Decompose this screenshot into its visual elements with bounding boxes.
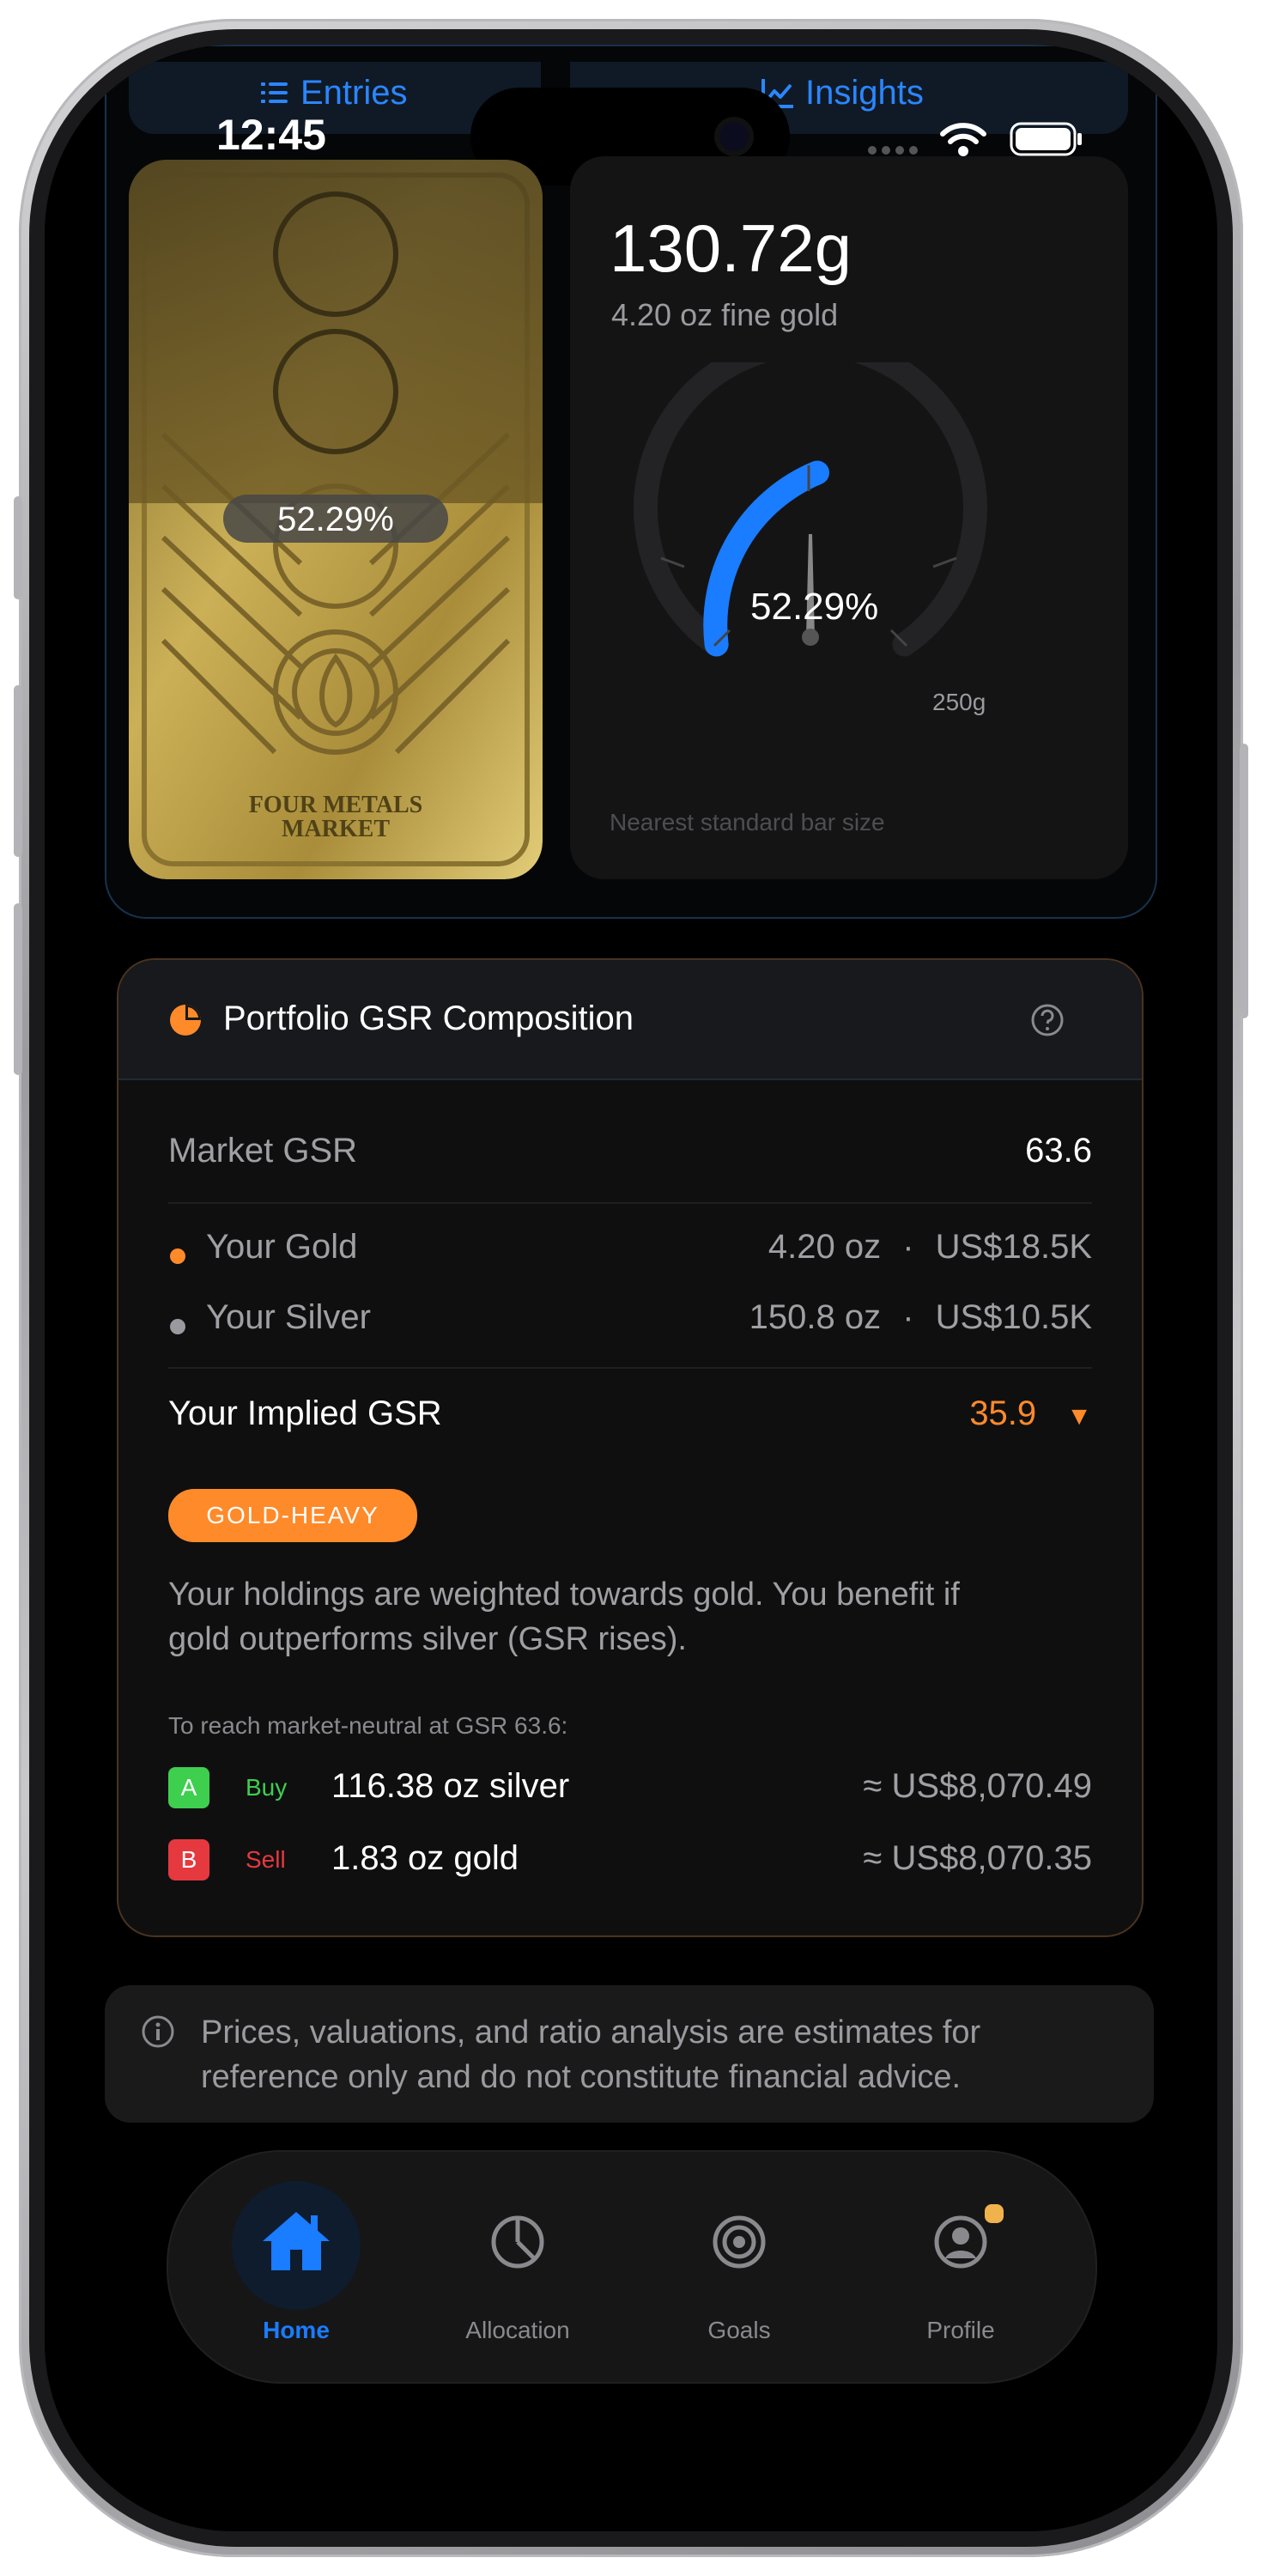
gauge-max-label: 250g [932,689,986,715]
gsr-composition-card: Portfolio GSR Composition Market GSR 63.… [117,958,1144,1937]
divider [168,1202,1092,1204]
tab-entries-label: Entries [300,74,408,112]
buy-value: ≈ US$8,070.49 [863,1767,1092,1805]
action-a-letter: A [180,1774,197,1801]
target-icon [711,2214,768,2275]
sell-amount: 1.83 oz gold [331,1839,519,1877]
gsr-description-line2: gold outperforms silver (GSR rises). [168,1621,687,1657]
disclaimer-line2: reference only and do not constitute fin… [201,2059,962,2095]
buy-label: Buy [246,1774,288,1801]
notification-dot [982,2202,1006,2226]
nav-profile[interactable]: Profile [879,2172,1042,2361]
fill-level-percent: 52.29% [277,501,394,538]
silver-separator: · [902,1298,914,1336]
nav-home[interactable]: Home [215,2172,378,2361]
pie-chart-icon [489,2214,546,2275]
nav-allocation[interactable]: Allocation [436,2172,599,2361]
nav-goals-label: Goals [707,2317,771,2343]
divider [168,1367,1092,1369]
gauge-percent: 52.29% [750,586,879,628]
camera-icon [719,122,749,151]
gold-heavy-badge-label: GOLD-HEAVY [206,1502,379,1528]
fill-level-pill: 52.29% [223,495,448,543]
fine-gold-subtitle: 4.20 oz fine gold [611,297,839,332]
market-neutral-label: To reach market-neutral at GSR 63.6: [168,1712,568,1739]
disclaimer-box: Prices, valuations, and ratio analysis a… [105,1985,1154,2123]
list-icon [259,77,290,112]
gold-value: US$18.5K [935,1228,1092,1266]
silver-value: US$10.5K [935,1298,1092,1336]
your-silver-label: Your Silver [206,1298,371,1336]
volume-up-button [14,685,22,857]
buy-amount: 116.38 oz silver [331,1767,570,1805]
total-weight: 130.72g [610,210,852,286]
profile-icon [932,2214,989,2275]
implied-gsr-number: 35.9 [969,1394,1037,1432]
market-gsr-label: Market GSR [168,1132,358,1170]
power-button [1240,744,1248,1018]
gold-quantity: 4.20 oz [768,1228,882,1266]
implied-gsr-value: 35.9 ▼ [969,1394,1092,1433]
gsr-description-line1: Your holdings are weighted towards gold.… [168,1577,960,1613]
volume-down-button [14,903,22,1075]
your-gold-holdings: 4.20 oz · US$18.5K [768,1228,1092,1267]
sell-label: Sell [246,1846,286,1873]
info-icon [141,2014,175,2053]
tab-insights-label: Insights [805,74,924,112]
down-arrow-icon: ▼ [1066,1402,1092,1431]
silver-quantity: 150.8 oz [749,1298,882,1336]
silver-dot-icon [170,1319,185,1334]
nav-goals[interactable]: Goals [658,2172,821,2361]
weight-gauge-card: 130.72g 4.20 oz fine gold 52.29% 250g Ne… [570,156,1128,879]
your-gold-label: Your Gold [206,1228,358,1266]
gold-heavy-badge: GOLD-HEAVY [168,1489,417,1542]
action-button [14,496,22,599]
home-icon [259,2208,333,2278]
action-a-marker: A [168,1767,209,1808]
nav-home-label: Home [263,2317,330,2343]
implied-gsr-label: Your Implied GSR [168,1394,442,1432]
gold-separator: · [902,1228,914,1266]
nav-allocation-label: Allocation [465,2317,570,2343]
status-time: 12:45 [216,111,326,159]
gsr-card-title: Portfolio GSR Composition [223,999,634,1037]
screen: Entries Insights 12:45 FOUR METALS MARKE… [45,45,1217,2531]
gold-dot-icon [170,1249,185,1264]
gsr-card-header: Portfolio GSR Composition [118,960,1142,1080]
nav-profile-label: Profile [926,2317,995,2343]
gauge-caption: Nearest standard bar size [610,809,885,835]
pie-chart-icon [168,1003,203,1042]
market-gsr-value: 63.6 [1025,1132,1092,1170]
gold-bar-visual: FOUR METALS MARKET 52.29% [129,160,543,879]
help-icon[interactable] [1030,1003,1065,1042]
your-silver-holdings: 150.8 oz · US$10.5K [749,1298,1092,1337]
action-b-marker: B [168,1839,209,1880]
disclaimer-line1: Prices, valuations, and ratio analysis a… [201,2014,981,2050]
bar-engraving-line2: MARKET [282,816,390,842]
bar-size-gauge [634,362,987,657]
sell-value: ≈ US$8,070.35 [863,1839,1092,1877]
action-b-letter: B [180,1846,197,1873]
